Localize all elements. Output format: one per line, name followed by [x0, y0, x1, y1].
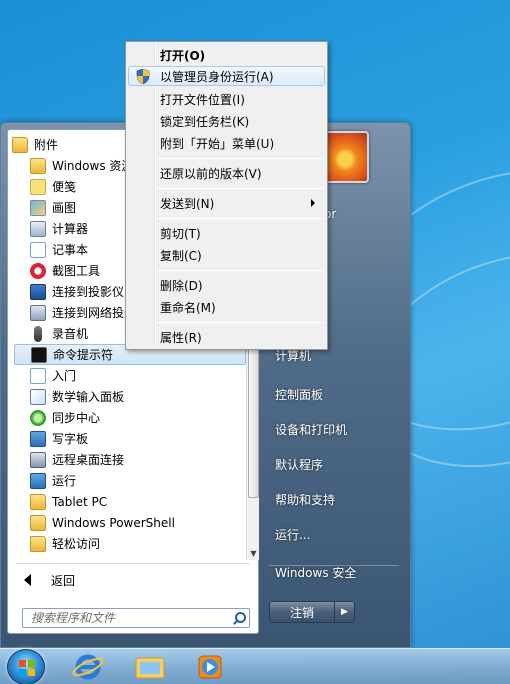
menu-item-delete[interactable]: 删除(D): [128, 275, 325, 295]
menu-separator: [156, 322, 324, 323]
network-projector-icon: [30, 304, 46, 321]
menu-item-run-as-admin[interactable]: 以管理员身份运行(A): [128, 66, 325, 86]
explorer-icon: [30, 157, 46, 174]
paint-icon: [30, 199, 46, 216]
remote-desktop-icon: [30, 451, 46, 468]
program-label: Windows PowerShell: [52, 515, 175, 530]
list-item-run[interactable]: 运行: [30, 470, 246, 491]
shutdown-options-arrow-icon[interactable]: ▶: [335, 601, 355, 623]
run-icon: [30, 472, 46, 489]
wordpad-icon: [30, 430, 46, 447]
menu-separator: [156, 188, 324, 189]
program-label: 附件: [34, 138, 59, 152]
program-label: 记事本: [52, 243, 89, 257]
projector-icon: [30, 283, 46, 300]
menu-item-label: 发送到(N): [160, 196, 215, 211]
internet-explorer-icon[interactable]: [70, 653, 106, 681]
list-item-tablet-pc[interactable]: Tablet PC: [30, 491, 246, 512]
windows-explorer-icon[interactable]: [132, 653, 168, 681]
list-item-wordpad[interactable]: 写字板: [30, 428, 246, 449]
list-item-getting-started[interactable]: 入门: [30, 365, 246, 386]
list-item-ease-of-access[interactable]: 轻松访问: [30, 533, 246, 554]
menu-item-open[interactable]: 打开(O): [128, 45, 325, 65]
search-input[interactable]: [23, 609, 231, 627]
menu-item-cut[interactable]: 剪切(T): [128, 223, 325, 243]
menu-item-send-to[interactable]: 发送到(N): [128, 193, 325, 213]
context-menu: 打开(O) 以管理员身份运行(A) 打开文件位置(I) 锁定到任务栏(K) 附到…: [125, 41, 328, 350]
sound-recorder-icon: [34, 325, 42, 342]
windows-logo-icon: [19, 660, 35, 676]
list-item-remote-desktop[interactable]: 远程桌面连接: [30, 449, 246, 470]
program-label: 轻松访问: [52, 537, 101, 551]
control-panel-link[interactable]: 控制面板: [269, 380, 404, 408]
program-label: 数学输入面板: [52, 390, 125, 404]
back-label: 返回: [51, 573, 76, 588]
menu-separator: [156, 270, 324, 271]
folder-icon: [12, 136, 28, 153]
taskbar: [0, 648, 510, 684]
snipping-tool-icon: [30, 262, 46, 279]
search-icon[interactable]: [231, 609, 249, 627]
program-label: 写字板: [52, 432, 89, 446]
program-label: 连接到投影仪: [52, 285, 125, 299]
program-label: 便笺: [52, 180, 77, 194]
menu-item-label: 以管理员身份运行(A): [160, 69, 274, 84]
folder-icon: [30, 535, 46, 552]
menu-item-open-file-location[interactable]: 打开文件位置(I): [128, 89, 325, 109]
search-box: [22, 608, 250, 628]
math-input-icon: [30, 388, 46, 405]
devices-printers-link[interactable]: 设备和打印机: [269, 415, 404, 443]
program-label: 录音机: [52, 327, 89, 341]
divider: [16, 563, 250, 564]
program-label: 运行: [52, 474, 77, 488]
list-item-powershell[interactable]: Windows PowerShell: [30, 512, 246, 533]
menu-item-properties[interactable]: 属性(R): [128, 327, 325, 347]
program-label: 命令提示符: [53, 348, 114, 362]
folder-icon: [30, 514, 46, 531]
folder-icon: [30, 493, 46, 510]
program-label: 入门: [52, 369, 77, 383]
notepad-icon: [30, 241, 46, 258]
back-button[interactable]: 返回: [16, 568, 246, 592]
menu-item-copy[interactable]: 复制(C): [128, 245, 325, 265]
media-player-icon[interactable]: [192, 653, 228, 681]
command-prompt-icon: [31, 346, 47, 363]
uac-shield-icon: [136, 69, 150, 84]
calculator-icon: [30, 220, 46, 237]
menu-item-pin-to-start[interactable]: 附到「开始」菜单(U): [128, 133, 325, 153]
help-support-link[interactable]: 帮助和支持: [269, 485, 404, 513]
run-link[interactable]: 运行...: [269, 520, 404, 548]
program-label: 画图: [52, 201, 77, 215]
back-arrow-icon: [24, 574, 31, 586]
menu-separator: [156, 158, 324, 159]
start-button[interactable]: [7, 649, 45, 684]
windows-security-link[interactable]: Windows 安全: [269, 558, 404, 586]
program-label: 远程桌面连接: [52, 453, 125, 467]
getting-started-icon: [30, 367, 46, 384]
program-label: 计算器: [52, 222, 89, 236]
menu-item-rename[interactable]: 重命名(M): [128, 297, 325, 317]
menu-separator: [156, 218, 324, 219]
menu-item-pin-to-taskbar[interactable]: 锁定到任务栏(K): [128, 111, 325, 131]
default-programs-link[interactable]: 默认程序: [269, 450, 404, 478]
list-item-math-input[interactable]: 数学输入面板: [30, 386, 246, 407]
program-label: Tablet PC: [52, 494, 108, 509]
list-item-sync-center[interactable]: 同步中心: [30, 407, 246, 428]
program-label: 截图工具: [52, 264, 101, 278]
sticky-notes-icon: [30, 178, 46, 195]
submenu-arrow-icon: [311, 199, 315, 207]
sync-center-icon: [30, 409, 46, 426]
menu-item-restore-versions[interactable]: 还原以前的版本(V): [128, 163, 325, 183]
logoff-button[interactable]: 注销: [269, 601, 335, 623]
program-label: 同步中心: [52, 411, 101, 425]
scroll-down-icon[interactable]: ▼: [247, 547, 260, 560]
